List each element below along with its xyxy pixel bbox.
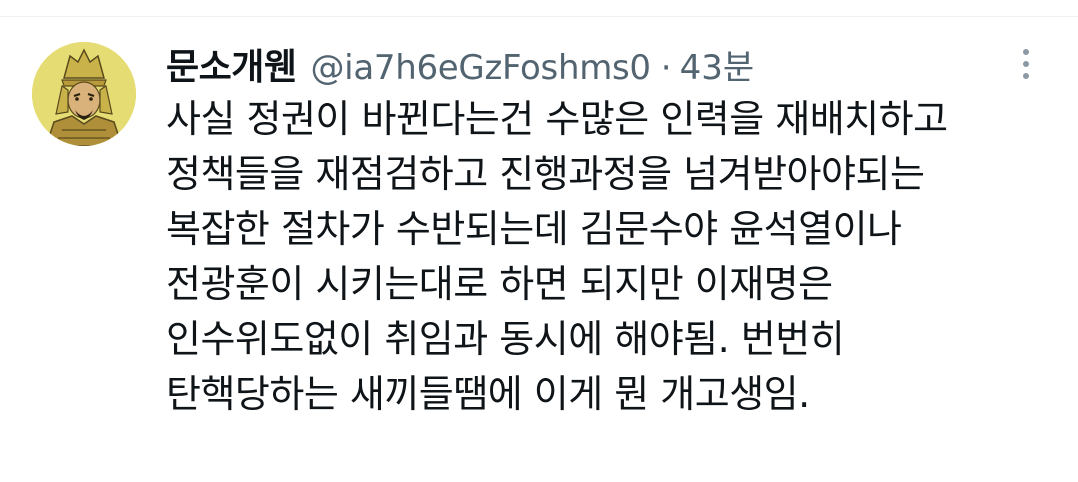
more-options-icon-dot (1023, 61, 1029, 67)
separator-dot: · (660, 48, 672, 88)
tweet[interactable]: 문소개웬 @ia7h6eGzFoshms0 · 43분 사실 정권이 바뀐다는건… (166, 38, 1026, 422)
avatar[interactable] (32, 42, 136, 146)
tweet-text: 사실 정권이 바뀐다는건 수많은 인력을 재배치하고 정책들을 재점검하고 진행… (166, 97, 948, 416)
user-handle[interactable]: @ia7h6eGzFoshms0 (310, 48, 651, 88)
display-name[interactable]: 문소개웬 (166, 38, 297, 90)
more-options-icon (1023, 49, 1029, 55)
more-options-icon-dot (1023, 73, 1029, 79)
warrior-portrait-avatar-icon (32, 42, 136, 146)
top-divider (0, 16, 1078, 17)
timestamp[interactable]: 43분 (680, 40, 755, 89)
tweet-header: 문소개웬 @ia7h6eGzFoshms0 · 43분 (166, 38, 1026, 90)
more-options-button[interactable] (1012, 44, 1040, 84)
